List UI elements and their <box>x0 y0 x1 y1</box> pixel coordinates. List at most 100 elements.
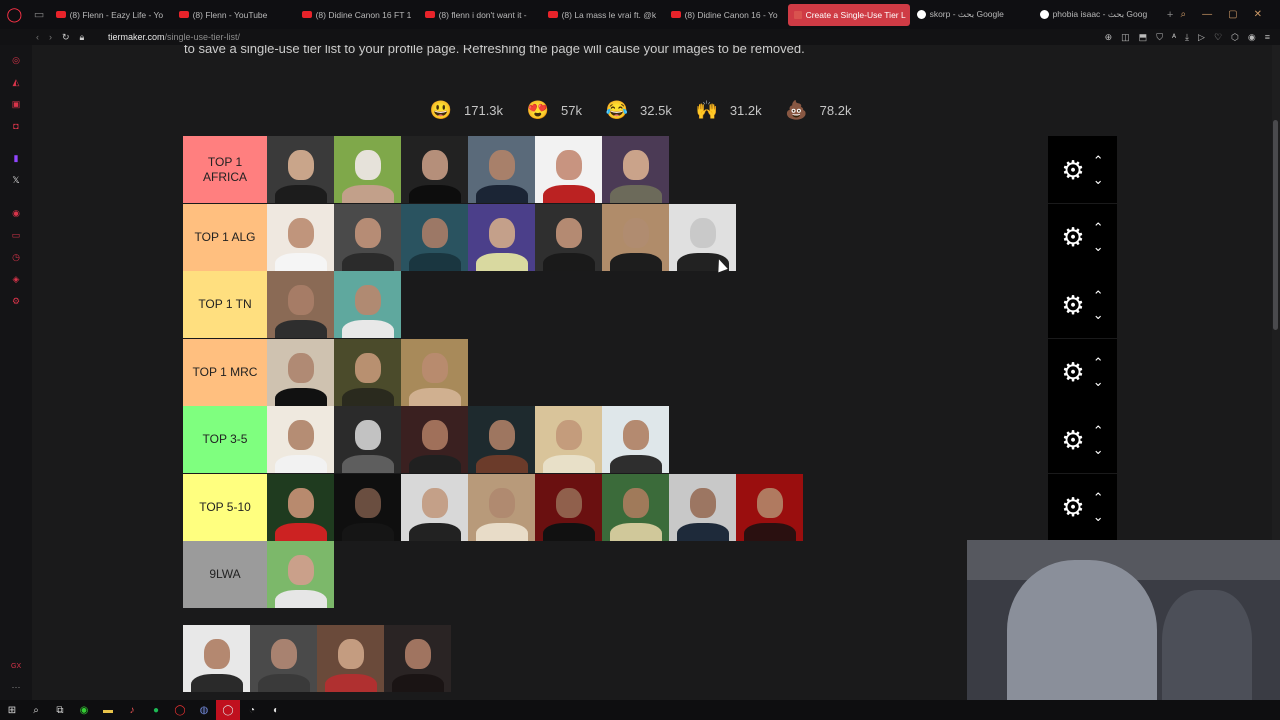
gear-icon[interactable]: ⚙ <box>1061 157 1084 183</box>
tier-image[interactable] <box>468 406 535 473</box>
task-view-icon[interactable]: ⧉ <box>48 700 72 720</box>
workspaces-icon[interactable]: ▭ <box>29 8 50 21</box>
tier-image[interactable] <box>669 203 736 271</box>
tier-image[interactable] <box>602 406 669 473</box>
shield-icon[interactable]: ⛉ <box>1156 32 1163 43</box>
spotify-icon[interactable]: ● <box>144 700 168 720</box>
tier-image[interactable] <box>468 473 535 541</box>
opera-taskbar-icon[interactable]: ◯ <box>168 700 192 720</box>
translate-icon[interactable]: ᴬ <box>1172 32 1176 43</box>
tier-drop-zone[interactable] <box>267 338 1048 406</box>
snapshot-icon[interactable]: ◫ <box>1121 32 1130 43</box>
tier-image[interactable] <box>468 203 535 271</box>
tier-label[interactable]: TOP 3-5 <box>183 406 267 473</box>
search-tabs-icon[interactable]: ⌕ <box>1181 9 1187 20</box>
tier-image[interactable] <box>401 338 468 406</box>
messenger-icon[interactable]: ▣ <box>11 99 21 109</box>
send-icon[interactable]: ▷ <box>1198 32 1205 43</box>
workspace-icon[interactable]: ◭ <box>11 77 21 87</box>
tier-image[interactable] <box>334 271 401 338</box>
steam-icon[interactable]: ◔ <box>240 700 264 720</box>
reaction-button[interactable]: 😂 32.5k <box>598 95 678 125</box>
reaction-button[interactable]: 🙌 31.2k <box>688 95 768 125</box>
tier-image[interactable] <box>267 136 334 203</box>
reload-icon[interactable]: ↻ <box>62 32 70 43</box>
instagram-icon[interactable]: ◘ <box>11 121 21 131</box>
move-down-icon[interactable]: ⌄ <box>1093 173 1104 186</box>
reaction-button[interactable]: 💩 78.2k <box>778 95 858 125</box>
move-up-icon[interactable]: ⌃ <box>1093 154 1104 167</box>
browser-tab[interactable]: (8) Flenn - Eazy Life - Yo <box>50 4 172 26</box>
pool-image[interactable] <box>317 625 384 692</box>
browser-tab[interactable]: (8) flenn i don't want it - <box>419 4 541 26</box>
tier-image[interactable] <box>401 136 468 203</box>
tier-image[interactable] <box>736 473 803 541</box>
gear-icon[interactable]: ⚙ <box>1061 427 1084 453</box>
windows-start-icon[interactable]: ⊞ <box>0 700 24 720</box>
browser-tab[interactable]: (8) Didine Canon 16 - Yo <box>665 4 787 26</box>
tier-image[interactable] <box>535 406 602 473</box>
tier-image[interactable] <box>267 338 334 406</box>
tier-image[interactable] <box>535 473 602 541</box>
browser-tab[interactable]: Create a Single-Use Tier L <box>787 3 910 26</box>
tier-image[interactable] <box>669 473 736 541</box>
gx-icon[interactable]: GX <box>11 662 21 672</box>
scrollbar-thumb[interactable] <box>1273 120 1278 330</box>
gear-icon[interactable]: ⚙ <box>1061 224 1084 250</box>
tier-drop-zone[interactable] <box>267 136 1048 203</box>
tier-image[interactable] <box>267 473 334 541</box>
browser-tab[interactable]: (8) Didine Canon 16 FT 1 <box>296 4 418 26</box>
browser-tab[interactable]: skorp - بحث Google <box>911 4 1033 26</box>
move-down-icon[interactable]: ⌄ <box>1093 375 1104 388</box>
tier-image[interactable] <box>334 136 401 203</box>
url-field[interactable]: tiermaker.com/single-use-tier-list/ <box>108 32 240 42</box>
move-up-icon[interactable]: ⌃ <box>1093 424 1104 437</box>
reaction-button[interactable]: 😍 57k <box>519 95 588 125</box>
gear-icon[interactable]: ⚙ <box>1061 359 1084 385</box>
maximize-icon[interactable]: ▢ <box>1228 9 1237 20</box>
move-up-icon[interactable]: ⌃ <box>1093 356 1104 369</box>
heart-icon[interactable]: ♡ <box>1214 32 1222 43</box>
discord-icon[interactable]: ◍ <box>192 700 216 720</box>
move-down-icon[interactable]: ⌄ <box>1093 240 1104 253</box>
tier-image[interactable] <box>535 203 602 271</box>
bookmarks-icon[interactable]: ▭ <box>11 230 21 240</box>
tier-label[interactable]: TOP 5-10 <box>183 473 267 541</box>
tier-image[interactable] <box>468 136 535 203</box>
move-up-icon[interactable]: ⌃ <box>1093 491 1104 504</box>
twitch-icon[interactable]: ▮ <box>11 153 21 163</box>
browser-tab[interactable]: phobia isaac - بحث Goog <box>1034 4 1156 26</box>
pin-icon[interactable]: ⬒ <box>1139 32 1148 43</box>
file-explorer-icon[interactable]: ▬ <box>96 700 120 720</box>
tier-image[interactable] <box>334 473 401 541</box>
player-icon[interactable]: ◉ <box>11 208 21 218</box>
tier-image[interactable] <box>401 406 468 473</box>
tier-image[interactable] <box>535 136 602 203</box>
tier-image[interactable] <box>267 406 334 473</box>
tier-image[interactable] <box>334 203 401 271</box>
tier-drop-zone[interactable] <box>267 406 1048 473</box>
pool-image[interactable] <box>250 625 317 692</box>
move-up-icon[interactable]: ⌃ <box>1093 289 1104 302</box>
zoom-icon[interactable]: ⊕ <box>1105 32 1113 43</box>
pool-image[interactable] <box>183 625 250 692</box>
tier-image[interactable] <box>602 203 669 271</box>
tier-label[interactable]: TOP 1 AFRICA <box>183 136 267 203</box>
tier-image[interactable] <box>401 473 468 541</box>
tier-drop-zone[interactable] <box>267 203 1048 271</box>
forward-icon[interactable]: › <box>49 32 52 43</box>
x-twitter-icon[interactable]: 𝕏 <box>11 175 21 185</box>
browser-tab[interactable]: (8) Flenn - YouTube <box>173 4 295 26</box>
download-icon[interactable]: ⤓ <box>1185 32 1189 43</box>
xbox-icon[interactable]: ◉ <box>72 700 96 720</box>
extensions-sidebar-icon[interactable]: ◈ <box>11 274 21 284</box>
move-up-icon[interactable]: ⌃ <box>1093 221 1104 234</box>
tier-drop-zone[interactable] <box>267 541 1048 608</box>
opera-gx-active-icon[interactable]: ◯ <box>216 700 240 720</box>
minimize-icon[interactable]: — <box>1202 9 1212 20</box>
tier-image[interactable] <box>401 203 468 271</box>
settings-sidebar-icon[interactable]: ⚙ <box>11 296 21 306</box>
tier-image[interactable] <box>334 338 401 406</box>
tier-label[interactable]: 9LWA <box>183 541 267 608</box>
close-icon[interactable]: ✕ <box>1254 9 1262 20</box>
